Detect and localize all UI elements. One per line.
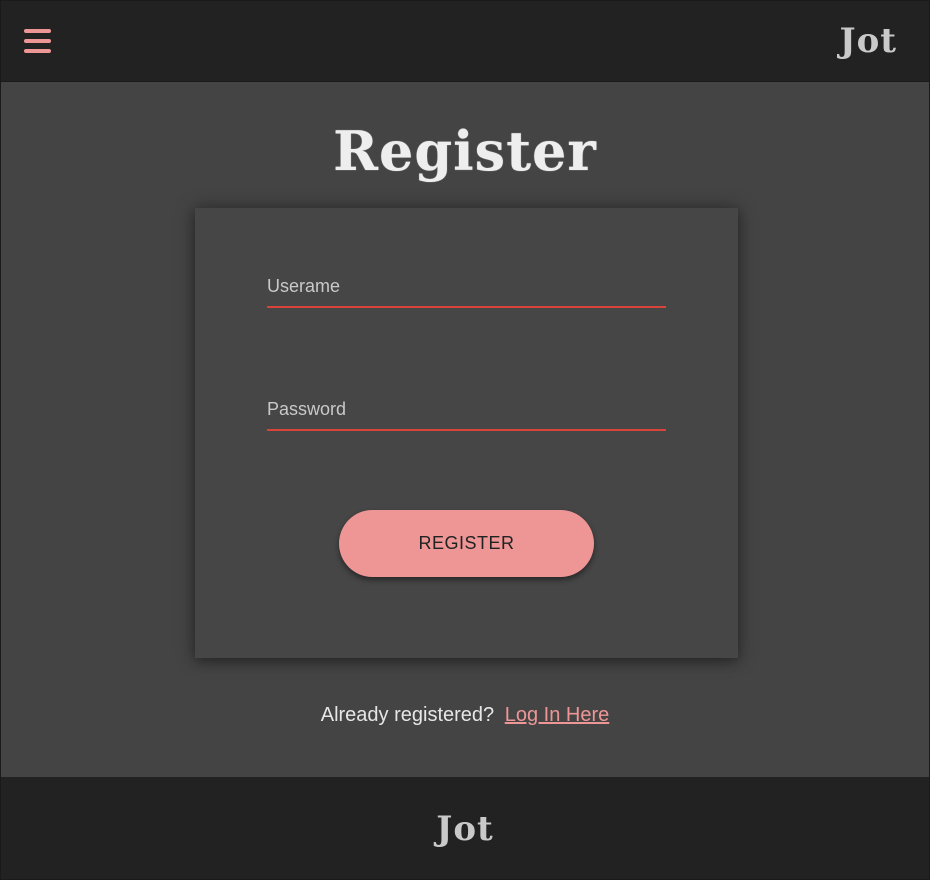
login-prompt-text: Already registered? [320, 704, 495, 726]
login-link[interactable]: Log In Here [505, 704, 610, 726]
header-logo[interactable]: Jot [840, 21, 897, 61]
app-frame: Jot Register Userame Password REGISTER A… [0, 0, 930, 880]
top-bar: Jot [1, 1, 929, 82]
username-label: Userame [267, 276, 341, 296]
register-form: Userame Password REGISTER [195, 208, 738, 658]
hamburger-menu-icon[interactable] [24, 28, 52, 54]
register-button[interactable]: REGISTER [339, 510, 594, 577]
footer: Jot [1, 777, 929, 879]
footer-logo: Jot [436, 809, 494, 849]
page-title: Register [333, 119, 597, 183]
login-prompt-row: Already registered? Log In Here [1, 704, 929, 727]
password-label: Password [267, 399, 347, 419]
